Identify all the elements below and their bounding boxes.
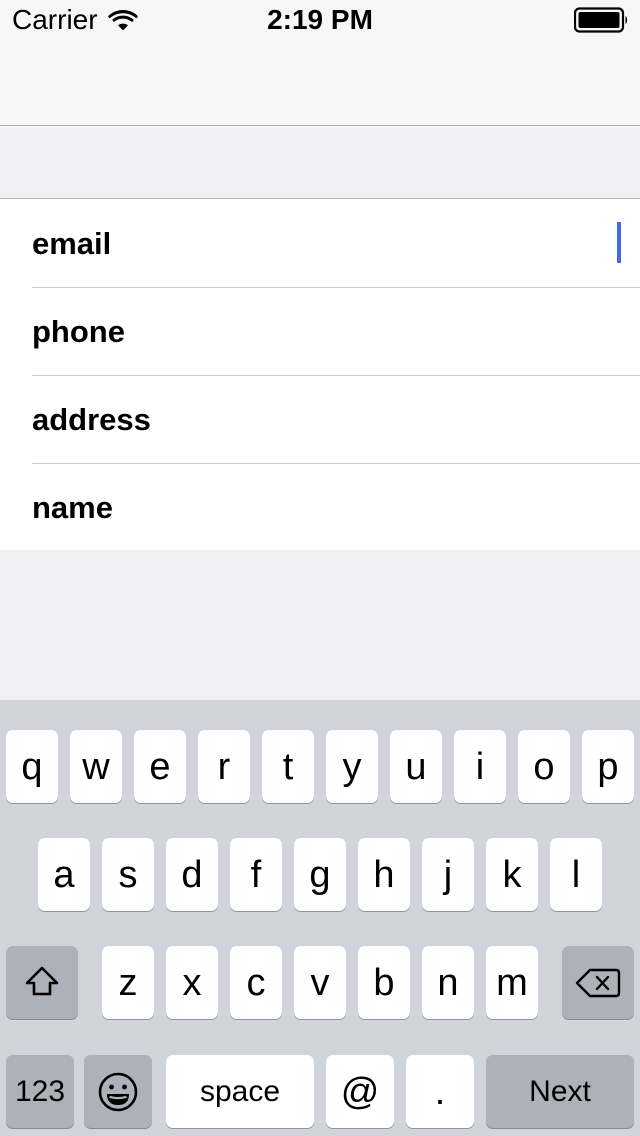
key-j[interactable]: j: [422, 838, 474, 911]
key-o[interactable]: o: [518, 730, 570, 803]
emoji-smiley-icon: [96, 1070, 140, 1114]
form-row-address[interactable]: address: [0, 375, 640, 463]
navigation-bar: [0, 40, 640, 126]
key-a[interactable]: a: [38, 838, 90, 911]
key-w[interactable]: w: [70, 730, 122, 803]
key-k[interactable]: k: [486, 838, 538, 911]
key-m[interactable]: m: [486, 946, 538, 1019]
status-bar-time: 2:19 PM: [267, 4, 373, 35]
key-y[interactable]: y: [326, 730, 378, 803]
key-h[interactable]: h: [358, 838, 410, 911]
shift-icon: [22, 963, 62, 1003]
status-bar: Carrier 2:19 PM: [0, 0, 640, 40]
form-row-phone[interactable]: phone: [0, 287, 640, 375]
period-key[interactable]: .: [406, 1055, 474, 1128]
status-bar-right: [574, 7, 630, 33]
key-x[interactable]: x: [166, 946, 218, 1019]
return-key[interactable]: Next: [486, 1055, 634, 1128]
keyboard-row-3: z x c v b n m: [0, 946, 640, 1019]
key-n[interactable]: n: [422, 946, 474, 1019]
form-table: email phone address name: [0, 199, 640, 552]
key-q[interactable]: q: [6, 730, 58, 803]
address-field-label: address: [32, 401, 151, 437]
at-key[interactable]: @: [326, 1055, 394, 1128]
email-field-label: email: [32, 225, 112, 261]
phone-field-label: phone: [32, 313, 125, 349]
key-r[interactable]: r: [198, 730, 250, 803]
space-key[interactable]: space: [166, 1055, 314, 1128]
on-screen-keyboard: q w e r t y u i o p a s d f g h j k l z …: [0, 700, 640, 1136]
keyboard-row-2: a s d f g h j k l: [0, 838, 640, 911]
form-row-email[interactable]: email: [0, 199, 640, 287]
key-b[interactable]: b: [358, 946, 410, 1019]
key-l[interactable]: l: [550, 838, 602, 911]
app-screen: Carrier 2:19 PM email phone address name…: [0, 0, 640, 1136]
battery-full-icon: [574, 7, 630, 33]
key-p[interactable]: p: [582, 730, 634, 803]
keyboard-row-1: q w e r t y u i o p: [0, 730, 640, 803]
shift-key[interactable]: [6, 946, 78, 1019]
key-i[interactable]: i: [454, 730, 506, 803]
key-s[interactable]: s: [102, 838, 154, 911]
key-g[interactable]: g: [294, 838, 346, 911]
key-u[interactable]: u: [390, 730, 442, 803]
backspace-key[interactable]: [562, 946, 634, 1019]
key-f[interactable]: f: [230, 838, 282, 911]
content-background: [0, 550, 640, 700]
emoji-key[interactable]: [84, 1055, 152, 1128]
numeric-key[interactable]: 123: [6, 1055, 74, 1128]
form-row-name[interactable]: name: [0, 463, 640, 551]
keyboard-row-4: 123 space @ . Next: [0, 1055, 640, 1128]
key-e[interactable]: e: [134, 730, 186, 803]
key-z[interactable]: z: [102, 946, 154, 1019]
key-t[interactable]: t: [262, 730, 314, 803]
name-field-label: name: [32, 489, 113, 525]
delete-left-icon: [575, 966, 621, 1000]
key-d[interactable]: d: [166, 838, 218, 911]
key-v[interactable]: v: [294, 946, 346, 1019]
text-caret: [617, 222, 621, 263]
key-c[interactable]: c: [230, 946, 282, 1019]
table-section-header: [0, 127, 640, 199]
